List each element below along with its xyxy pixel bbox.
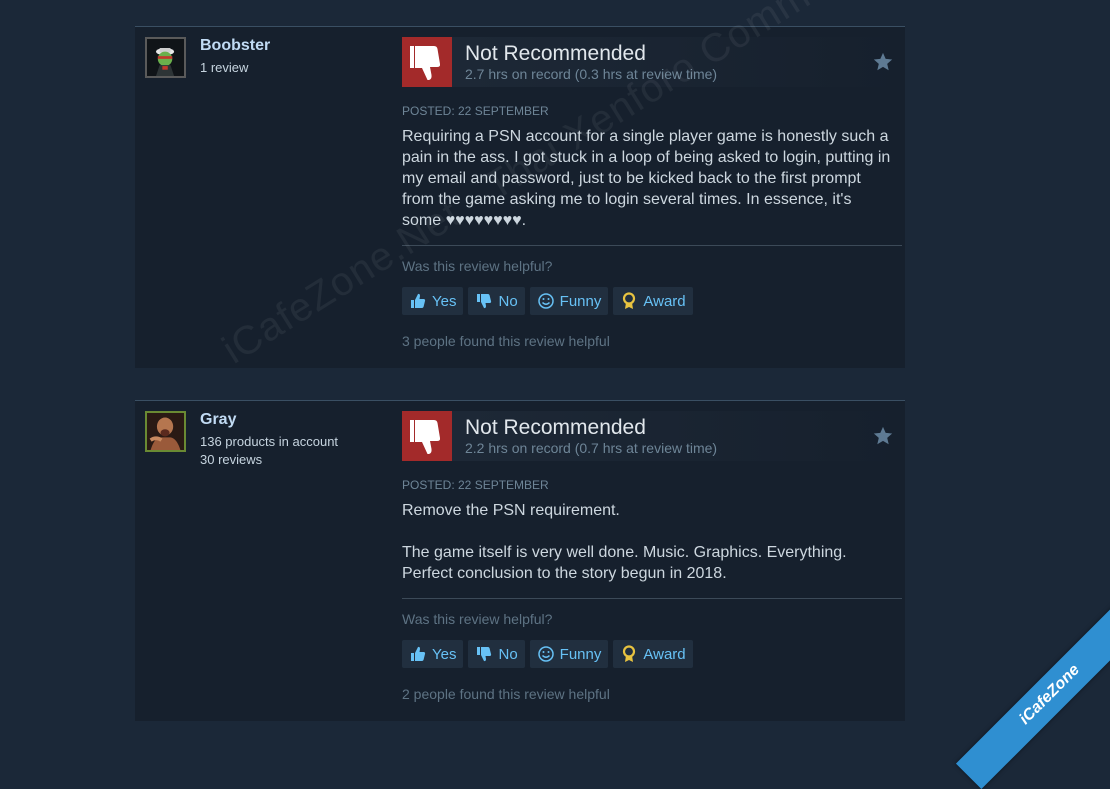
yes-label: Yes <box>432 292 457 310</box>
thumbs-up-icon <box>411 646 426 661</box>
review-body: Not Recommended 2.2 hrs on record (0.7 h… <box>402 411 902 702</box>
thumbs-down-icon <box>477 294 492 309</box>
thumbs-down-icon <box>402 411 452 461</box>
review-hours: 2.2 hrs on record (0.7 hrs at review tim… <box>465 440 718 456</box>
star-icon[interactable] <box>872 425 894 447</box>
no-button[interactable]: No <box>468 640 525 668</box>
review-paragraph: Remove the PSN requirement. <box>402 502 620 519</box>
divider <box>402 598 902 599</box>
smiley-icon <box>537 646 554 662</box>
review-verdict: Not Recommended <box>465 42 646 65</box>
review-text: Remove the PSN requirement. The game its… <box>402 500 892 584</box>
reviewer-name[interactable]: Boobster <box>200 37 270 55</box>
posted-date: POSTED: 22 SEPTEMBER <box>402 104 549 118</box>
funny-label: Funny <box>559 292 602 310</box>
reviewer-product-count[interactable]: 136 products in account <box>200 433 338 451</box>
review-paragraph: Requiring a PSN account for a single pla… <box>402 128 891 229</box>
review-text: Requiring a PSN account for a single pla… <box>402 126 892 231</box>
award-button[interactable]: Award <box>613 287 693 315</box>
award-button[interactable]: Award <box>613 640 693 668</box>
vote-buttons: Yes No Funny Award <box>402 640 902 668</box>
posted-date: POSTED: 22 SEPTEMBER <box>402 478 549 492</box>
helpful-question: Was this review helpful? <box>402 258 553 274</box>
helpful-count: 2 people found this review helpful <box>402 686 610 702</box>
award-label: Award <box>643 292 686 310</box>
review-verdict: Not Recommended <box>465 416 646 439</box>
vote-buttons: Yes No Funny Award <box>402 287 902 315</box>
yes-button[interactable]: Yes <box>402 640 464 668</box>
no-label: No <box>498 645 518 663</box>
funny-label: Funny <box>559 645 602 663</box>
yes-label: Yes <box>432 645 457 663</box>
thumbs-up-icon <box>411 293 426 308</box>
avatar[interactable] <box>145 37 186 78</box>
vote-header[interactable]: Not Recommended 2.2 hrs on record (0.7 h… <box>402 411 902 461</box>
no-label: No <box>498 292 518 310</box>
reviewer-stats: 1 review <box>200 59 248 77</box>
avatar[interactable] <box>145 411 186 452</box>
site-ribbon: iCafeZone <box>955 600 1110 789</box>
funny-button[interactable]: Funny <box>529 640 609 668</box>
reviewer-stats: 136 products in account 30 reviews <box>200 433 338 469</box>
smiley-icon <box>537 293 554 309</box>
vote-header[interactable]: Not Recommended 2.7 hrs on record (0.3 h… <box>402 37 902 87</box>
divider <box>402 245 902 246</box>
helpful-count: 3 people found this review helpful <box>402 333 610 349</box>
thumbs-down-icon <box>477 647 492 662</box>
review-card: Gray 136 products in account 30 reviews … <box>135 400 905 721</box>
yes-button[interactable]: Yes <box>402 287 464 315</box>
review-body: Not Recommended 2.7 hrs on record (0.3 h… <box>402 37 902 349</box>
review-card: Boobster 1 review Not Recommended 2.7 hr… <box>135 26 905 368</box>
award-icon <box>623 292 636 309</box>
no-button[interactable]: No <box>468 287 525 315</box>
review-hours: 2.7 hrs on record (0.3 hrs at review tim… <box>465 66 718 82</box>
reviewer-name[interactable]: Gray <box>200 411 236 429</box>
review-paragraph: The game itself is very well done. Music… <box>402 544 847 582</box>
funny-button[interactable]: Funny <box>529 287 609 315</box>
thumbs-down-icon <box>402 37 452 87</box>
helpful-question: Was this review helpful? <box>402 611 553 627</box>
reviewer-review-count[interactable]: 1 review <box>200 59 248 77</box>
award-icon <box>623 645 636 662</box>
reviewer-review-count[interactable]: 30 reviews <box>200 451 338 469</box>
award-label: Award <box>643 645 686 663</box>
star-icon[interactable] <box>872 51 894 73</box>
